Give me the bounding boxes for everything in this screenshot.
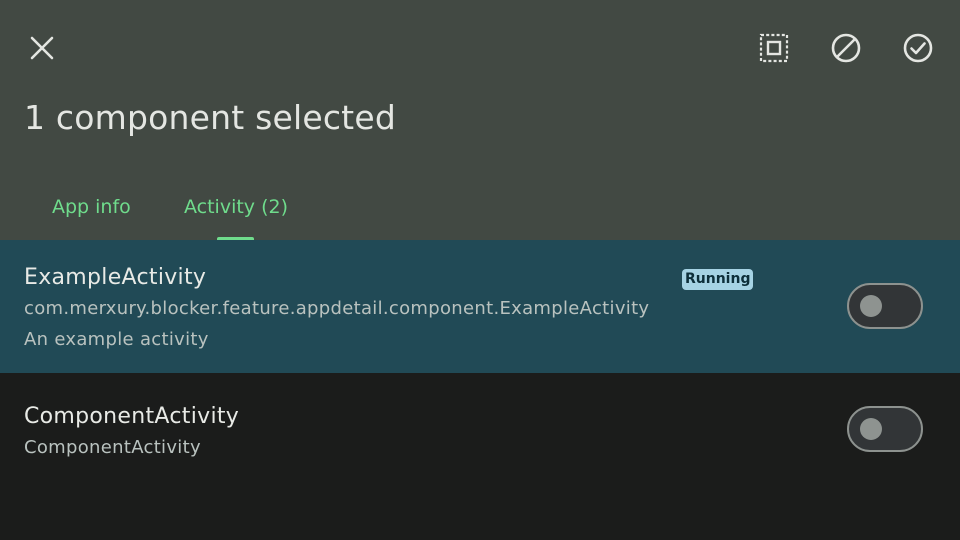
- component-description: An example activity: [24, 329, 209, 350]
- close-button[interactable]: [18, 24, 66, 72]
- block-button[interactable]: [822, 24, 870, 72]
- component-toggle[interactable]: [847, 283, 923, 329]
- toggle-thumb: [860, 418, 882, 440]
- page-title: 1 component selected: [24, 98, 396, 137]
- check-circle-icon: [902, 32, 934, 64]
- tab-label: App info: [52, 196, 131, 218]
- select-all-button[interactable]: [750, 24, 798, 72]
- component-package: com.merxury.blocker.feature.appdetail.co…: [24, 298, 650, 319]
- component-name: ComponentActivity: [24, 404, 240, 429]
- toggle-thumb: [860, 295, 882, 317]
- select-all-icon: [759, 33, 789, 63]
- status-badge: Running: [682, 269, 754, 290]
- selection-app-bar: 1 component selected App info Activity (…: [0, 0, 960, 240]
- close-icon: [29, 35, 55, 61]
- block-icon: [830, 32, 862, 64]
- component-row[interactable]: ExampleActivity Running com.merxury.bloc…: [0, 240, 960, 373]
- enable-button[interactable]: [894, 24, 942, 72]
- component-package: ComponentActivity: [24, 437, 201, 458]
- tab-activity[interactable]: Activity (2): [184, 192, 288, 240]
- component-row[interactable]: ComponentActivity ComponentActivity: [0, 373, 960, 493]
- component-toggle[interactable]: [847, 406, 923, 452]
- tab-app-info[interactable]: App info: [52, 192, 131, 240]
- tab-label: Activity (2): [184, 196, 289, 218]
- component-name: ExampleActivity: [24, 265, 207, 290]
